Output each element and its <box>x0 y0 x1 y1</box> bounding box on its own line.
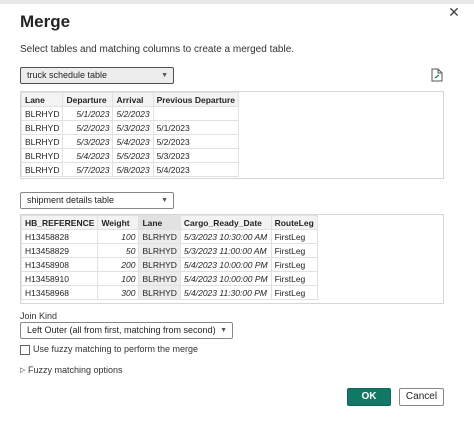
chevron-down-icon: ▼ <box>220 327 227 334</box>
table-cell: H13458829 <box>20 243 99 258</box>
table-cell: H13458910 <box>20 271 99 286</box>
first-table-preview: Lane Departure Arrival Previous Departur… <box>20 91 444 179</box>
table-cell: 200 <box>97 257 140 272</box>
table-row: H13458910 100 BLRHYD 5/4/2023 10:00:00 P… <box>20 271 318 286</box>
fuzzy-options-toggle[interactable]: Fuzzy matching options <box>28 365 123 375</box>
close-icon[interactable]: ✕ <box>444 4 464 20</box>
join-kind-dropdown[interactable]: Left Outer (all from first, matching fro… <box>20 322 233 339</box>
column-header-routeleg[interactable]: RouteLeg <box>270 215 318 230</box>
dialog-title: Merge <box>20 12 71 31</box>
table-row: H13458968 300 BLRHYD 5/4/2023 11:30:00 P… <box>20 285 318 300</box>
table-cell: BLRHYD <box>138 243 181 258</box>
table-cell: 100 <box>97 229 140 244</box>
join-kind-selected: Left Outer (all from first, matching fro… <box>27 325 216 335</box>
first-table-grid: Lane Departure Arrival Previous Departur… <box>20 92 240 177</box>
second-table-preview: HB_REFERENCE Weight Lane Cargo_Ready_Dat… <box>20 214 444 304</box>
table-cell: 5/2/2023 <box>62 120 114 135</box>
chevron-down-icon: ▼ <box>161 197 168 204</box>
table-cell: FirstLeg <box>270 229 318 244</box>
table-cell: 5/2/2023 <box>112 106 154 121</box>
table-cell: BLRHYD <box>138 271 181 286</box>
fuzzy-matching-label[interactable]: Use fuzzy matching to perform the merge <box>33 344 198 354</box>
table-cell: BLRHYD <box>20 134 64 149</box>
table-row: BLRHYD 5/3/2023 5/4/2023 5/2/2023 <box>20 134 240 149</box>
table-cell: 5/4/2023 10:00:00 PM <box>179 271 272 286</box>
table-row: BLRHYD 5/1/2023 5/2/2023 <box>20 106 240 121</box>
table-cell: 5/4/2023 <box>152 162 240 177</box>
table-cell: 5/1/2023 <box>62 106 114 121</box>
table-cell: BLRHYD <box>138 285 181 300</box>
second-table-dropdown[interactable]: shipment details table ▼ <box>20 192 174 209</box>
column-header-departure[interactable]: Departure <box>62 92 114 107</box>
cancel-button[interactable]: Cancel <box>399 388 444 406</box>
second-table-grid: HB_REFERENCE Weight Lane Cargo_Ready_Dat… <box>20 215 318 300</box>
top-strip <box>0 0 474 4</box>
table-cell: FirstLeg <box>270 271 318 286</box>
table-cell: 5/1/2023 <box>152 120 240 135</box>
table-cell: BLRHYD <box>20 148 64 163</box>
table-cell: 5/3/2023 <box>62 134 114 149</box>
table-cell: H13458828 <box>20 229 99 244</box>
table-cell: FirstLeg <box>270 243 318 258</box>
table-cell: 5/3/2023 <box>152 148 240 163</box>
table-cell: BLRHYD <box>20 106 64 121</box>
table-cell: 300 <box>97 285 140 300</box>
table-cell: 5/5/2023 <box>112 148 154 163</box>
table-header-row: Lane Departure Arrival Previous Departur… <box>20 92 240 107</box>
table-cell: 5/3/2023 11:00:00 AM <box>179 243 272 258</box>
column-header-hb-reference[interactable]: HB_REFERENCE <box>20 215 99 230</box>
table-row: BLRHYD 5/4/2023 5/5/2023 5/3/2023 <box>20 148 240 163</box>
table-header-row: HB_REFERENCE Weight Lane Cargo_Ready_Dat… <box>20 215 318 230</box>
table-cell: 50 <box>97 243 140 258</box>
table-cell: BLRHYD <box>138 229 181 244</box>
table-cell: 5/4/2023 <box>112 134 154 149</box>
table-cell: H13458908 <box>20 257 99 272</box>
table-cell: 5/3/2023 10:30:00 AM <box>179 229 272 244</box>
first-table-dropdown[interactable]: truck schedule table ▼ <box>20 67 174 84</box>
table-cell: BLRHYD <box>20 120 64 135</box>
table-row: BLRHYD 5/2/2023 5/3/2023 5/1/2023 <box>20 120 240 135</box>
table-cell: 5/2/2023 <box>152 134 240 149</box>
column-header-weight[interactable]: Weight <box>97 215 140 230</box>
table-cell: 5/7/2023 <box>62 162 114 177</box>
chevron-down-icon: ▼ <box>161 72 168 79</box>
second-table-selected: shipment details table <box>27 195 115 205</box>
file-icon[interactable] <box>431 68 443 82</box>
column-header-arrival[interactable]: Arrival <box>112 92 154 107</box>
table-cell: 5/4/2023 11:30:00 PM <box>179 285 272 300</box>
column-header-cargo-ready-date[interactable]: Cargo_Ready_Date <box>179 215 272 230</box>
table-row: H13458828 100 BLRHYD 5/3/2023 10:30:00 A… <box>20 229 318 244</box>
table-cell: 100 <box>97 271 140 286</box>
table-cell: H13458968 <box>20 285 99 300</box>
table-cell: 5/8/2023 <box>112 162 154 177</box>
expand-triangle-icon[interactable]: ▷ <box>20 366 25 374</box>
join-kind-label: Join Kind <box>20 311 58 321</box>
column-header-lane[interactable]: Lane <box>20 92 64 107</box>
first-table-selected: truck schedule table <box>27 70 108 80</box>
table-cell: BLRHYD <box>20 162 64 177</box>
table-cell <box>152 106 240 121</box>
table-cell: BLRHYD <box>138 257 181 272</box>
column-header-lane[interactable]: Lane <box>138 215 181 230</box>
table-cell: 5/3/2023 <box>112 120 154 135</box>
table-row: H13458829 50 BLRHYD 5/3/2023 11:00:00 AM… <box>20 243 318 258</box>
table-row: BLRHYD 5/7/2023 5/8/2023 5/4/2023 <box>20 162 240 177</box>
table-cell: FirstLeg <box>270 257 318 272</box>
table-row: H13458908 200 BLRHYD 5/4/2023 10:00:00 P… <box>20 257 318 272</box>
table-cell: 5/4/2023 10:00:00 PM <box>179 257 272 272</box>
ok-button[interactable]: OK <box>347 388 391 406</box>
table-cell: FirstLeg <box>270 285 318 300</box>
instruction-text: Select tables and matching columns to cr… <box>20 44 295 55</box>
fuzzy-matching-checkbox[interactable] <box>20 345 30 355</box>
column-header-previous-departure[interactable]: Previous Departure <box>152 92 240 107</box>
table-cell: 5/4/2023 <box>62 148 114 163</box>
